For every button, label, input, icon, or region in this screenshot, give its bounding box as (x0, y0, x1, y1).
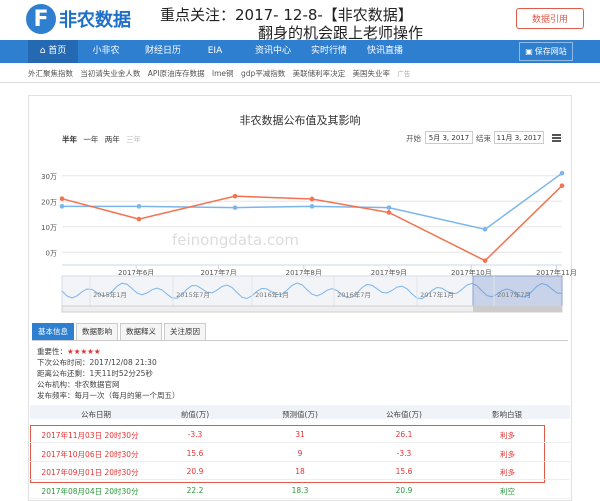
watermark-text: feinongdata.com (172, 231, 299, 249)
info-tabs: 基本信息 数据影响 数据释义 关注原因 (32, 323, 208, 340)
table-cell-impact: 利多 (500, 449, 515, 459)
table-cell-impact: 利多 (500, 468, 515, 477)
table-cell-forecast: 9 (297, 448, 303, 458)
column-header-actual: 公布值(万) (386, 410, 422, 419)
navigator-tick-label: 2017年1月 (420, 290, 454, 299)
table-cell-date: 2017年10月06日 20时30分 (41, 449, 139, 459)
column-header-forecast: 预测值(万) (282, 410, 318, 419)
tab-basic-info[interactable]: 基本信息 (32, 323, 74, 340)
table-cell-actual: -3.3 (396, 448, 412, 458)
table-cell-date: 2017年11月03日 20时30分 (41, 431, 139, 440)
row-divider (30, 479, 570, 480)
table-cell-impact: 利多 (500, 431, 515, 440)
column-header-date: 公布日期 (81, 410, 111, 419)
tab-attention-reason[interactable]: 关注原因 (164, 323, 206, 340)
table-cell-forecast: 18 (295, 467, 305, 476)
data-point[interactable] (482, 258, 488, 263)
y-tick-label: 20万 (41, 198, 57, 206)
table-cell-forecast: 18.3 (291, 485, 309, 495)
navigator-scrollbar-thumb[interactable] (473, 306, 562, 312)
countdown-text: 距离公布还剩：1天11时52分25秒 (37, 369, 153, 378)
table-cell-actual: 26.1 (395, 430, 413, 439)
table-cell-actual: 20.9 (395, 485, 413, 495)
y-tick-label: 10万 (41, 224, 57, 232)
importance-row: 重要性：★★★★★ (37, 346, 101, 357)
chart-navigator[interactable]: 2015年1月 2015年7月 2016年1月 2016年7月 2017年1月 2017年… (61, 275, 563, 313)
star-rating-icon: ★★★★★ (67, 347, 101, 356)
table-cell-actual: 15.6 (395, 467, 413, 476)
column-header-prev: 前值(万) (180, 410, 210, 419)
data-point[interactable] (559, 183, 565, 188)
frequency-text: 发布频率：每月一次（每月的第一个周五） (37, 391, 180, 400)
table-cell-date: 2017年08月04日 20时30分 (41, 486, 139, 496)
column-header-impact: 影响白银 (492, 410, 522, 419)
data-point[interactable] (232, 205, 238, 210)
table-cell-prev: 15.6 (186, 448, 204, 458)
table-cell-prev: 22.2 (186, 485, 204, 495)
navigator-tick-label: 2016年1月 (255, 290, 289, 299)
table-cell-date: 2017年09月01日 20时30分 (41, 468, 139, 477)
data-point[interactable] (59, 196, 65, 201)
data-point[interactable] (309, 196, 315, 202)
agency-text: 公布机构：非农数据官网 (37, 380, 120, 389)
data-point[interactable] (232, 193, 238, 199)
next-release-text: 下次公布时间：2017/12/08 21:30 (37, 358, 157, 367)
tab-data-impact[interactable]: 数据影响 (76, 323, 118, 340)
y-tick-label: 30万 (41, 173, 57, 181)
data-point[interactable] (59, 204, 65, 209)
data-point[interactable] (136, 216, 142, 222)
navigator-tick-label: 2015年1月 (93, 290, 127, 299)
row-divider (30, 460, 570, 462)
row-divider (30, 442, 570, 443)
table-cell-prev: 20.9 (186, 467, 204, 476)
data-point[interactable] (386, 205, 392, 210)
y-tick-label: 0万 (46, 249, 57, 257)
data-point[interactable] (386, 210, 392, 215)
navigator-tick-label: 2017年7月 (497, 290, 531, 299)
data-point[interactable] (309, 204, 315, 209)
navigator-tick-label: 2016年7月 (337, 290, 371, 299)
data-point[interactable] (482, 227, 488, 232)
table-cell-impact: 利空 (500, 486, 515, 496)
tab-data-definition[interactable]: 数据释义 (120, 323, 162, 340)
table-cell-forecast: 31 (295, 430, 305, 439)
table-cell-prev: -3.3 (187, 430, 203, 439)
navigator-tick-label: 2015年7月 (176, 290, 210, 299)
row-divider (30, 497, 570, 499)
tab-divider (32, 340, 568, 341)
data-point[interactable] (559, 170, 565, 176)
importance-label: 重要性： (37, 347, 67, 356)
data-point[interactable] (136, 204, 142, 209)
